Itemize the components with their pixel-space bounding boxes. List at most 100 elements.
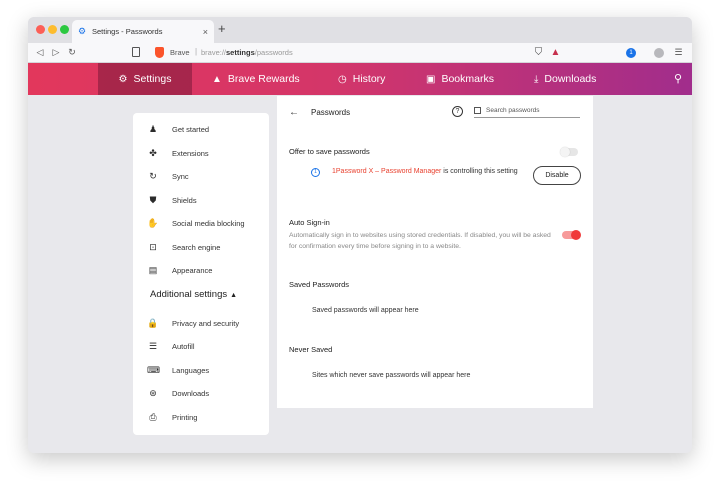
search-icon <box>474 107 481 114</box>
sidebar-item-label: Social media blocking <box>172 218 245 228</box>
clock-icon: ◷ <box>338 73 347 85</box>
settings-sidebar: ♟ Get started ✤ Extensions ↻ Sync ⛊ Shie… <box>133 113 269 435</box>
back-arrow-icon[interactable]: ← <box>289 107 299 118</box>
brave-shields-icon[interactable]: ⛉ <box>533 47 544 58</box>
sidebar-item-sync[interactable]: ↻ Sync <box>147 168 189 184</box>
menu-icon[interactable]: ☰ <box>673 47 684 58</box>
search-passwords-input[interactable]: Search passwords <box>474 104 580 118</box>
url-separator: | <box>195 47 198 56</box>
offer-to-save-label: Offer to save passwords <box>289 147 370 156</box>
sidebar-item-label: Autofill <box>172 341 195 351</box>
search-icon[interactable]: ⚲ <box>674 72 682 85</box>
sidebar-item-social-media-blocking[interactable]: ✋ Social media blocking <box>147 215 245 231</box>
profile-avatar-icon[interactable] <box>654 48 664 58</box>
passwords-panel: ← Passwords ? Search passwords Offer to … <box>277 96 593 408</box>
bookmark-icon: ▣ <box>426 73 436 85</box>
search-engine-icon: ⊡ <box>149 241 157 252</box>
nav-settings-label: Settings <box>133 73 172 85</box>
sidebar-item-label: Privacy and security <box>172 318 240 328</box>
additional-settings-label: Additional settings <box>150 289 228 300</box>
offer-to-save-toggle[interactable] <box>560 147 578 157</box>
page-title: Passwords <box>311 108 351 117</box>
sidebar-item-label: Appearance <box>172 265 213 275</box>
person-icon: ♟ <box>148 123 158 134</box>
onepassword-icon: 1 <box>311 168 320 177</box>
forward-button[interactable]: ▷ <box>48 47 64 58</box>
never-saved-empty: Sites which never save passwords will ap… <box>312 372 471 379</box>
never-saved-heading: Never Saved <box>289 345 333 354</box>
tab-title: Settings - Passwords <box>92 27 163 36</box>
sidebar-item-label: Languages <box>172 365 210 375</box>
brave-label: Brave <box>170 48 190 57</box>
help-icon[interactable]: ? <box>452 106 463 117</box>
thumbs-down-icon: ✋ <box>147 217 159 228</box>
gear-icon: ⚙ <box>118 73 128 85</box>
sidebar-item-search-engine[interactable]: ⊡ Search engine <box>147 239 220 255</box>
controlled-by-text: is controlling this setting <box>441 168 518 175</box>
sidebar-item-autofill[interactable]: ☰ Autofill <box>147 338 195 354</box>
disable-button[interactable]: Disable <box>533 166 581 185</box>
back-button[interactable]: ◁ <box>32 47 48 58</box>
url-field[interactable]: brave://settings/passwords <box>201 48 293 57</box>
auto-signin-description: Automatically sign in to websites using … <box>289 232 551 250</box>
new-tab-button[interactable]: + <box>218 22 226 36</box>
url-host: settings <box>226 48 255 57</box>
sync-icon: ↻ <box>149 170 157 181</box>
saved-passwords-heading: Saved Passwords <box>289 280 350 289</box>
tab-settings-passwords[interactable]: ⚙ Settings - Passwords × <box>72 20 214 43</box>
brave-nav-bar: ⚙ Settings ▲ Brave Rewards ◷ History ▣ B… <box>28 63 692 95</box>
sidebar-item-label: Printing <box>172 412 198 422</box>
lock-icon: 🔒 <box>147 317 159 328</box>
shield-icon: ⛊ <box>149 194 157 205</box>
close-tab-icon[interactable]: × <box>203 27 208 37</box>
saved-passwords-empty: Saved passwords will appear here <box>312 307 419 314</box>
onepassword-extension-icon[interactable]: 1 <box>626 48 636 58</box>
nav-brave-rewards[interactable]: ▲ Brave Rewards <box>212 63 300 95</box>
bookmark-page-icon[interactable] <box>132 47 140 57</box>
appearance-icon: ▤ <box>148 264 158 275</box>
close-window-button[interactable] <box>36 25 45 34</box>
tab-bar: ⚙ Settings - Passwords × + <box>28 17 692 43</box>
address-bar: ◁ ▷ ↻ Brave | brave://settings/passwords… <box>28 43 692 63</box>
nav-downloads[interactable]: ⤓ Downloads <box>534 63 596 95</box>
brave-logo-icon <box>155 47 164 58</box>
caret-up-icon: ▲ <box>230 292 238 299</box>
sidebar-item-privacy-security[interactable]: 🔒 Privacy and security <box>147 315 239 331</box>
sidebar-item-label: Search engine <box>172 242 221 252</box>
sidebar-item-printing[interactable]: ⎙ Printing <box>147 409 197 425</box>
language-icon: ⌨ <box>147 364 160 375</box>
url-scheme: brave:// <box>201 48 227 57</box>
puzzle-icon: ✤ <box>149 147 157 158</box>
sidebar-item-get-started[interactable]: ♟ Get started <box>147 121 209 137</box>
minimize-window-button[interactable] <box>48 25 57 34</box>
onepassword-extension-link[interactable]: 1Password X – Password Manager <box>332 168 441 175</box>
nav-history[interactable]: ◷ History <box>338 63 385 95</box>
sidebar-item-downloads[interactable]: ⊛ Downloads <box>147 385 209 401</box>
sidebar-item-appearance[interactable]: ▤ Appearance <box>147 262 213 278</box>
sidebar-item-languages[interactable]: ⌨ Languages <box>147 362 209 378</box>
additional-settings-toggle[interactable]: Additional settings ▲ <box>150 289 237 300</box>
gear-icon: ⚙ <box>78 26 87 36</box>
sidebar-item-label: Downloads <box>172 388 210 398</box>
reload-button[interactable]: ↻ <box>64 47 80 58</box>
list-icon: ☰ <box>148 340 158 351</box>
auto-signin-toggle[interactable] <box>562 230 581 240</box>
nav-bookmarks[interactable]: ▣ Bookmarks <box>426 63 494 95</box>
brave-rewards-icon[interactable]: ▲ <box>550 47 561 58</box>
sidebar-item-label: Sync <box>172 171 189 181</box>
sidebar-item-label: Get started <box>172 124 210 134</box>
controlled-by-notice: 1Password X – Password Manager is contro… <box>332 166 522 177</box>
download-icon: ⤓ <box>534 73 539 85</box>
nav-settings[interactable]: ⚙ Settings <box>98 63 192 95</box>
sidebar-item-extensions[interactable]: ✤ Extensions <box>147 145 209 161</box>
nav-bookmarks-label: Bookmarks <box>441 73 494 85</box>
printer-icon: ⎙ <box>149 411 157 422</box>
maximize-window-button[interactable] <box>60 25 69 34</box>
triangle-icon: ▲ <box>212 73 222 85</box>
nav-brave-rewards-label: Brave Rewards <box>227 73 300 85</box>
nav-downloads-label: Downloads <box>544 73 597 85</box>
sidebar-item-label: Extensions <box>172 148 209 158</box>
download-circle-icon: ⊛ <box>149 387 157 398</box>
sidebar-item-shields[interactable]: ⛊ Shields <box>147 192 197 208</box>
toggle-knob <box>560 147 570 157</box>
